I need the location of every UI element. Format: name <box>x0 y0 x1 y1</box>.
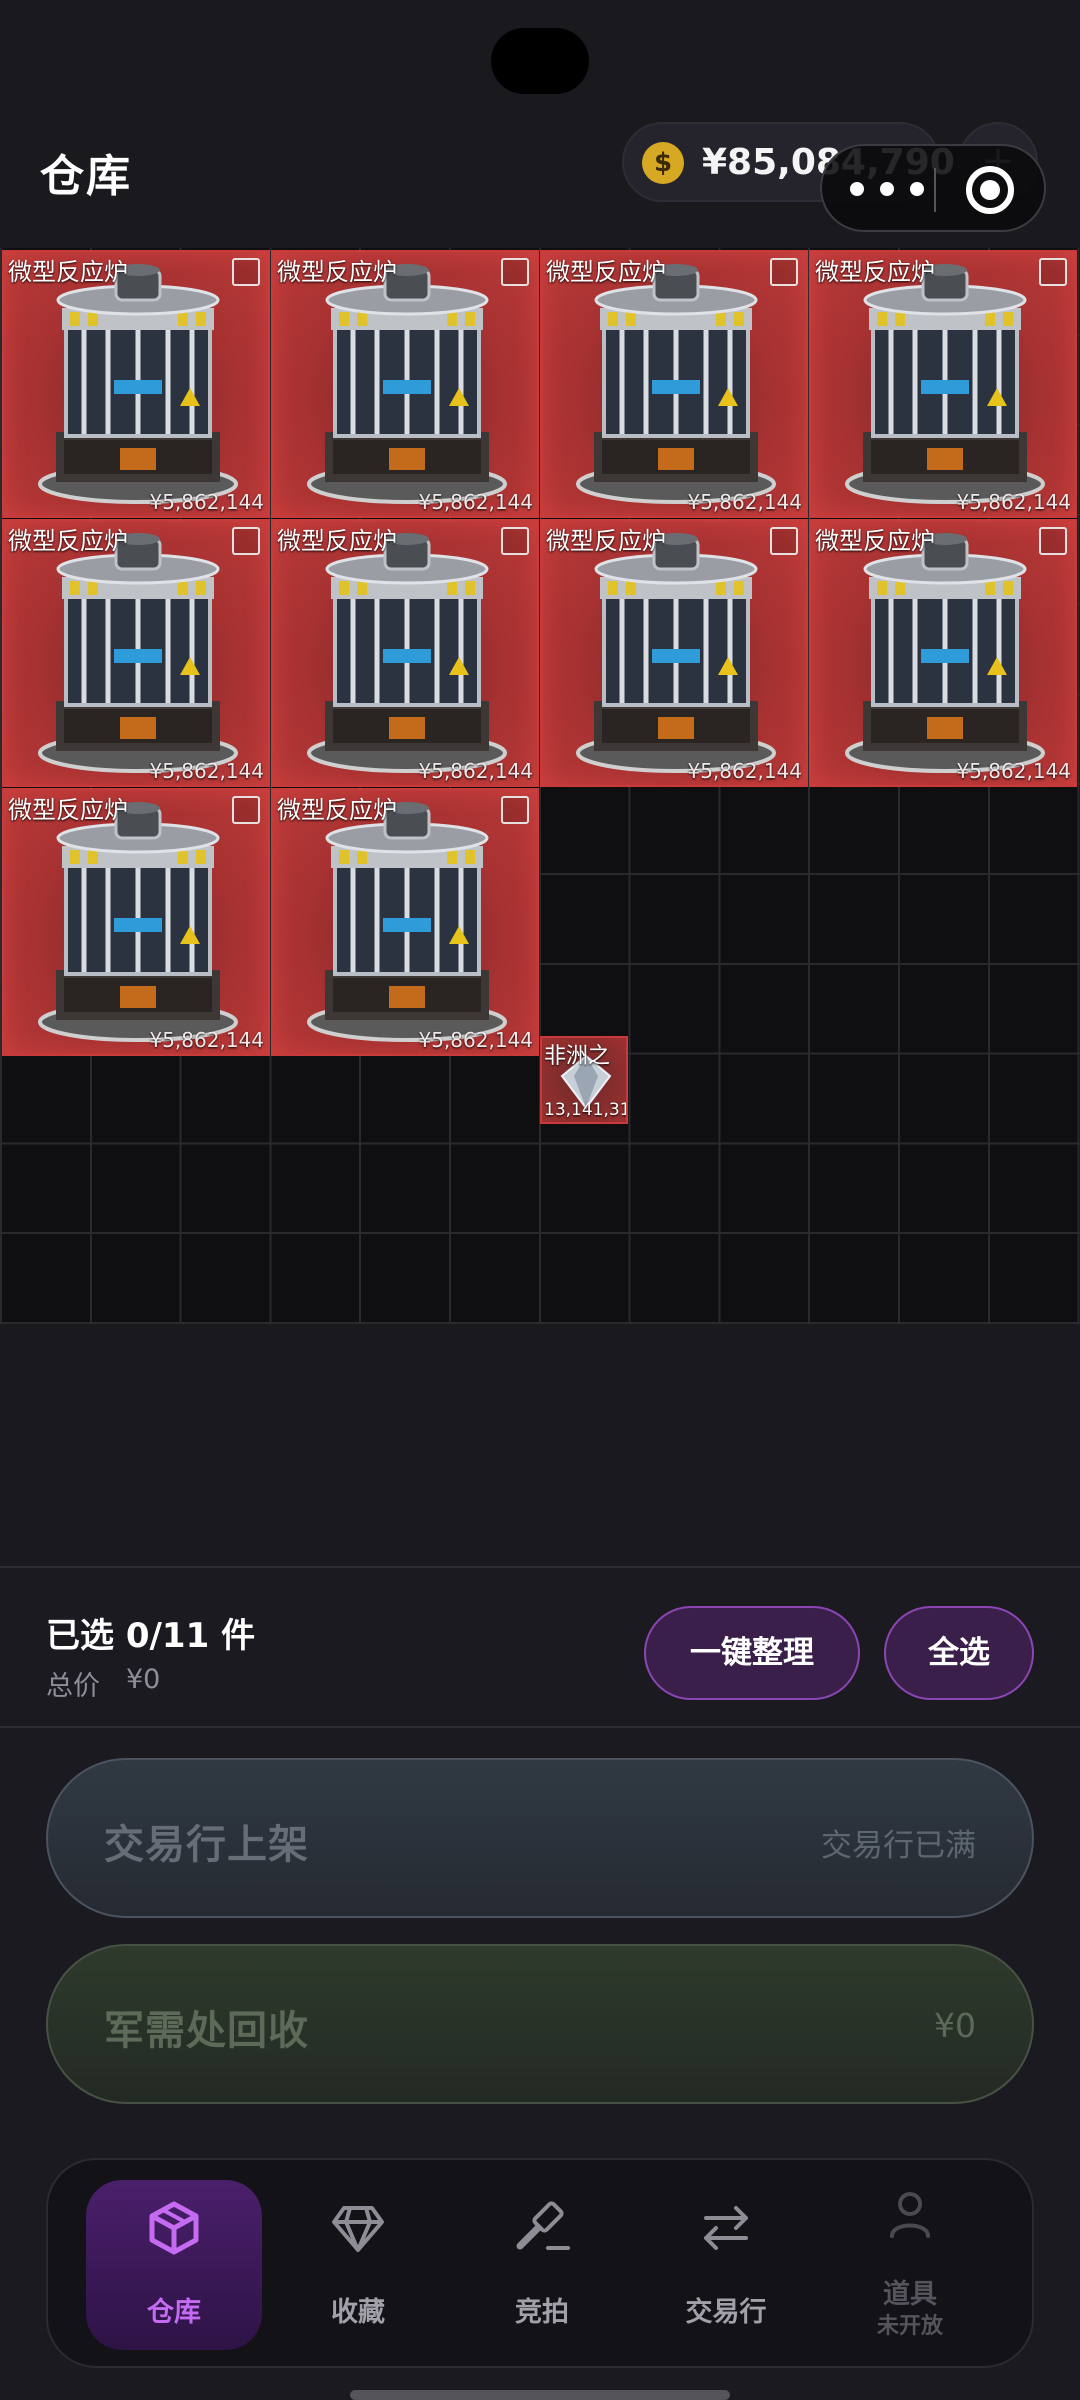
home-indicator <box>350 2390 730 2400</box>
item-name: 微型反应炉 <box>277 527 397 555</box>
item-price: ¥5,862,144 <box>956 490 1071 514</box>
item-checkbox[interactable] <box>1039 258 1067 286</box>
inventory-item[interactable]: 微型反应炉 ¥5,862,144 <box>2 788 270 1056</box>
item-name: 微型反应炉 <box>815 258 935 286</box>
item-checkbox[interactable] <box>232 258 260 286</box>
tab-props[interactable]: 道具 未开放 <box>822 2180 998 2350</box>
item-name: 微型反应炉 <box>277 258 397 286</box>
item-checkbox[interactable] <box>232 527 260 555</box>
coin-icon: $ <box>642 142 684 184</box>
tab-label: 竞拍 <box>515 2297 569 2328</box>
item-checkbox[interactable] <box>1039 527 1067 555</box>
auto-sort-button[interactable]: 一键整理 <box>644 1606 860 1700</box>
select-all-button[interactable]: 全选 <box>884 1606 1034 1700</box>
tab-label: 仓库 <box>147 2297 201 2328</box>
reactor-icon <box>38 533 238 773</box>
selected-count: 已选 0/11 件 <box>46 1616 256 1656</box>
item-checkbox[interactable] <box>770 527 798 555</box>
item-checkbox[interactable] <box>232 796 260 824</box>
dot-icon <box>880 182 894 196</box>
item-name: 微型反应炉 <box>546 258 666 286</box>
reactor-icon <box>845 264 1045 504</box>
item-price: ¥5,862,144 <box>149 490 264 514</box>
tab-label: 收藏 <box>331 2297 385 2328</box>
item-name: 微型反应炉 <box>8 527 128 555</box>
item-price: ¥5,862,144 <box>418 1028 533 1052</box>
market-status: 交易行已满 <box>821 1828 976 1864</box>
item-price: ¥5,862,144 <box>418 759 533 783</box>
inventory-item[interactable]: 微型反应炉 ¥5,862,144 <box>540 519 808 787</box>
reactor-icon <box>845 533 1045 773</box>
swap-icon <box>704 2206 748 2250</box>
reactor-icon <box>307 264 507 504</box>
reactor-icon <box>576 533 776 773</box>
diamond-icon <box>332 2206 384 2252</box>
item-name: 微型反应炉 <box>8 258 128 286</box>
dot-icon <box>910 182 924 196</box>
item-price: ¥5,862,144 <box>956 759 1071 783</box>
reactor-icon <box>576 264 776 504</box>
mini-program-capsule <box>820 144 1046 232</box>
tab-label: 交易行 <box>685 2297 767 2328</box>
item-checkbox[interactable] <box>501 527 529 555</box>
total-price-label: 总价 <box>46 1671 100 1702</box>
item-name: 微型反应炉 <box>8 796 128 824</box>
item-price: 13,141,314 <box>544 1100 626 1120</box>
inventory-item[interactable]: 微型反应炉 ¥5,862,144 <box>271 519 539 787</box>
reactor-icon <box>38 802 238 1042</box>
item-checkbox[interactable] <box>501 258 529 286</box>
inventory-item[interactable]: 微型反应炉 ¥5,862,144 <box>271 250 539 518</box>
record-icon <box>980 180 1000 200</box>
bottom-tab-bar: 仓库 收藏 竞拍 交易行 道具 未开放 <box>46 2158 1034 2368</box>
reactor-icon <box>38 264 238 504</box>
recycle-value: ¥0 <box>934 2006 976 2045</box>
reactor-icon <box>307 802 507 1042</box>
tab-market[interactable]: 交易行 <box>638 2180 814 2350</box>
user-icon <box>890 2192 930 2238</box>
tab-collection[interactable]: 收藏 <box>270 2180 446 2350</box>
item-name: 微型反应炉 <box>277 796 397 824</box>
item-checkbox[interactable] <box>501 796 529 824</box>
inventory-item[interactable]: 微型反应炉 ¥5,862,144 <box>271 788 539 1056</box>
item-price: ¥5,862,144 <box>687 759 802 783</box>
dot-icon <box>850 182 864 196</box>
inventory-item[interactable]: 微型反应炉 ¥5,862,144 <box>809 250 1077 518</box>
tab-label: 道具 <box>883 2279 937 2310</box>
item-name: 非洲之 <box>544 1044 611 1069</box>
close-miniprogram-button[interactable] <box>966 166 1014 214</box>
item-price: ¥5,862,144 <box>149 759 264 783</box>
market-label: 交易行上架 <box>104 1822 309 1868</box>
reactor-icon <box>307 533 507 773</box>
divider <box>934 168 936 212</box>
item-checkbox[interactable] <box>770 258 798 286</box>
page-title: 仓库 <box>40 151 132 202</box>
gavel-icon <box>516 2201 570 2250</box>
box-icon <box>149 2201 199 2255</box>
tab-warehouse[interactable]: 仓库 <box>86 2180 262 2350</box>
inventory-item[interactable]: 微型反应炉 ¥5,862,144 <box>2 250 270 518</box>
camera-notch <box>491 28 589 94</box>
total-price-value: ¥0 <box>126 1664 161 1695</box>
item-price: ¥5,862,144 <box>149 1028 264 1052</box>
tab-sublabel: 未开放 <box>876 2314 943 2339</box>
inventory-grid: 微型反应炉 ¥5,862,144 微型反应炉 ¥5,862,144 微型反应炉 ¥5,86… <box>0 248 1080 1324</box>
recycle-label: 军需处回收 <box>104 2008 309 2054</box>
tab-auction[interactable]: 竞拍 <box>454 2180 630 2350</box>
inventory-item[interactable]: 微型反应炉 ¥5,862,144 <box>540 250 808 518</box>
list-on-market-button[interactable]: 交易行上架 交易行已满 <box>46 1758 1034 1918</box>
more-options-button[interactable] <box>842 164 932 214</box>
item-name: 微型反应炉 <box>815 527 935 555</box>
inventory-item-small[interactable]: 非洲之 13,141,314 <box>540 1036 628 1124</box>
item-name: 微型反应炉 <box>546 527 666 555</box>
divider <box>0 1726 1080 1728</box>
inventory-item[interactable]: 微型反应炉 ¥5,862,144 <box>2 519 270 787</box>
inventory-item[interactable]: 微型反应炉 ¥5,862,144 <box>809 519 1077 787</box>
item-price: ¥5,862,144 <box>687 490 802 514</box>
recycle-button[interactable]: 军需处回收 ¥0 <box>46 1944 1034 2104</box>
item-price: ¥5,862,144 <box>418 490 533 514</box>
